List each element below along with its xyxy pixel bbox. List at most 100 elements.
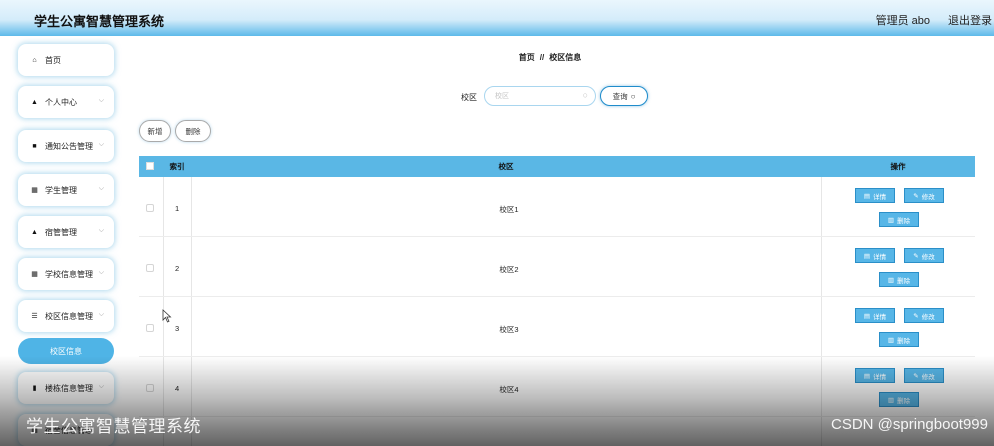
sidebar-item[interactable]: ▦ 学生管理 ⌵: [18, 174, 114, 206]
edit-button[interactable]: ✎ 修改: [904, 188, 944, 203]
building-icon: ▮: [32, 385, 37, 392]
row-index: 3: [175, 324, 180, 333]
table-row: 1 校区1 ▤ 详情 ✎ 修改 ▥ 删除: [139, 177, 975, 237]
sidebar-item[interactable]: ■ 通知公告管理 ⌵: [18, 130, 114, 162]
chevron-down-icon: ⌵: [98, 97, 104, 104]
select-all-checkbox[interactable]: [146, 162, 154, 170]
edit-button-label: 修改: [921, 313, 935, 321]
detail-button-label: 详情: [873, 313, 887, 321]
sidebar-item-label: 首页: [45, 55, 61, 65]
detail-button-label: 详情: [873, 373, 887, 381]
sidebar-item[interactable]: ☰ 校区信息管理 ⌵: [18, 300, 114, 332]
document-icon: ▤: [863, 192, 871, 200]
query-button-label: 查询: [612, 91, 628, 101]
top-header: 学生公寓智慧管理系统 管理员 abo 退出登录: [0, 0, 994, 36]
edit-button[interactable]: ✎ 修改: [904, 368, 944, 383]
campus-table: 索引 校区 操作 1 校区1 ▤ 详情 ✎ 修改 ▥ 删除 2 校区2 ▤ 详情 ✎ 修改 ▥ 删除 3 校区3 ▤…: [139, 156, 975, 446]
sidebar-item-label: 校区信息: [50, 346, 82, 356]
edit-button-label: 修改: [921, 373, 935, 381]
add-button[interactable]: 新增: [139, 120, 171, 142]
sidebar-item[interactable]: ⌂ 首页: [18, 44, 114, 76]
edit-button-label: 修改: [921, 193, 935, 201]
sidebar-item-label: 学校信息管理: [45, 269, 93, 279]
row-checkbox[interactable]: [146, 264, 154, 272]
row-index: 4: [175, 384, 180, 393]
edit-icon: ✎: [913, 252, 919, 260]
document-icon: ▤: [863, 312, 871, 320]
delete-button[interactable]: ▥ 删除: [879, 272, 919, 287]
header-index: 索引: [169, 162, 185, 171]
row-campus: 校区3: [499, 325, 519, 334]
delete-button-label: 删除: [897, 397, 911, 405]
app-title: 学生公寓智慧管理系统: [34, 14, 165, 29]
user-info: 管理员 abo: [875, 15, 930, 27]
table-row: 4 校区4 ▤ 详情 ✎ 修改 ▥ 删除: [139, 357, 975, 417]
detail-button[interactable]: ▤ 详情: [855, 308, 895, 323]
detail-button[interactable]: ▤ 详情: [855, 188, 895, 203]
search-icon: ○: [582, 90, 588, 100]
trash-icon: ▥: [887, 396, 895, 404]
sidebar-item-label: 校区信息管理: [45, 311, 93, 321]
row-checkbox[interactable]: [146, 384, 154, 392]
table-row: 2 校区2 ▤ 详情 ✎ 修改 ▥ 删除: [139, 237, 975, 297]
breadcrumb-home[interactable]: 首页: [519, 53, 535, 62]
chevron-down-icon: ⌵: [98, 269, 104, 276]
row-campus: 校区4: [499, 385, 519, 394]
sidebar-item-label: 通知公告管理: [45, 141, 93, 151]
sidebar-item-label: 楼栋信息管理: [45, 383, 93, 393]
sidebar-item-label: 学生管理: [45, 185, 77, 195]
delete-button[interactable]: ▥ 删除: [879, 212, 919, 227]
document-icon: ▤: [863, 372, 871, 380]
sidebar: ⌂ 首页 ▲ 个人中心 ⌵ ■ 通知公告管理 ⌵ ▦ 学生管理 ⌵ ▲ 宿管管理 ⌵ ▦ 学校信息管理 ⌵ ☰ 校区…: [0, 36, 122, 446]
chevron-down-icon: ⌵: [98, 311, 104, 318]
delete-button-label: 删除: [897, 217, 911, 225]
search-field[interactable]: ○: [484, 86, 596, 106]
person-icon: ▲: [31, 228, 38, 236]
detail-button[interactable]: ▤ 详情: [855, 368, 895, 383]
delete-button[interactable]: ▥ 删除: [879, 392, 919, 407]
logout-link[interactable]: 退出登录: [948, 12, 992, 28]
batch-delete-button[interactable]: 删除: [175, 120, 211, 142]
sidebar-item[interactable]: ▮ 楼栋信息管理 ⌵: [18, 372, 114, 404]
search-input[interactable]: [495, 90, 575, 102]
edit-icon: ✎: [913, 192, 919, 200]
edit-button[interactable]: ✎ 修改: [904, 248, 944, 263]
home-icon: ⌂: [32, 56, 37, 64]
sidebar-item[interactable]: ▲ 宿管管理 ⌵: [18, 216, 114, 248]
chevron-down-icon: ⌵: [98, 141, 104, 148]
row-index: 1: [175, 204, 180, 213]
chevron-down-icon: ⌵: [98, 227, 104, 234]
sidebar-item-label: 个人中心: [45, 97, 77, 107]
delete-button[interactable]: ▥ 删除: [879, 332, 919, 347]
edit-button[interactable]: ✎ 修改: [904, 308, 944, 323]
delete-button-label: 删除: [897, 277, 911, 285]
document-icon: ▤: [863, 252, 871, 260]
chevron-down-icon: ⌵: [98, 383, 104, 390]
grid-icon: ▦: [31, 187, 38, 194]
search-label: 校区: [461, 93, 477, 102]
sidebar-item-label: 宿管管理: [45, 227, 77, 237]
breadcrumb: 首页 // 校区信息: [480, 52, 620, 63]
sidebar-item[interactable]: ▦ 学校信息管理 ⌵: [18, 258, 114, 290]
detail-button-label: 详情: [873, 193, 887, 201]
trash-icon: ▥: [887, 216, 895, 224]
row-campus: 校区1: [499, 205, 519, 214]
watermark-credit: CSDN @springboot999: [831, 416, 988, 433]
row-checkbox[interactable]: [146, 324, 154, 332]
list-icon: ☰: [31, 313, 38, 320]
row-checkbox[interactable]: [146, 204, 154, 212]
header-actions: 操作: [890, 162, 906, 171]
delete-button-label: 删除: [897, 337, 911, 345]
sidebar-item[interactable]: ▲ 个人中心 ⌵: [18, 86, 114, 118]
detail-button[interactable]: ▤ 详情: [855, 248, 895, 263]
watermark-title: 学生公寓智慧管理系统: [26, 417, 201, 436]
row-index: 2: [175, 264, 180, 273]
edit-icon: ✎: [913, 372, 919, 380]
query-button[interactable]: 查询 ○: [600, 86, 648, 106]
sidebar-subitem-active[interactable]: 校区信息: [18, 338, 114, 364]
mouse-cursor-icon: [162, 309, 172, 323]
breadcrumb-current: 校区信息: [549, 53, 582, 62]
notice-icon: ■: [32, 142, 37, 150]
person-icon: ▲: [31, 98, 38, 106]
edit-button-label: 修改: [921, 253, 935, 261]
